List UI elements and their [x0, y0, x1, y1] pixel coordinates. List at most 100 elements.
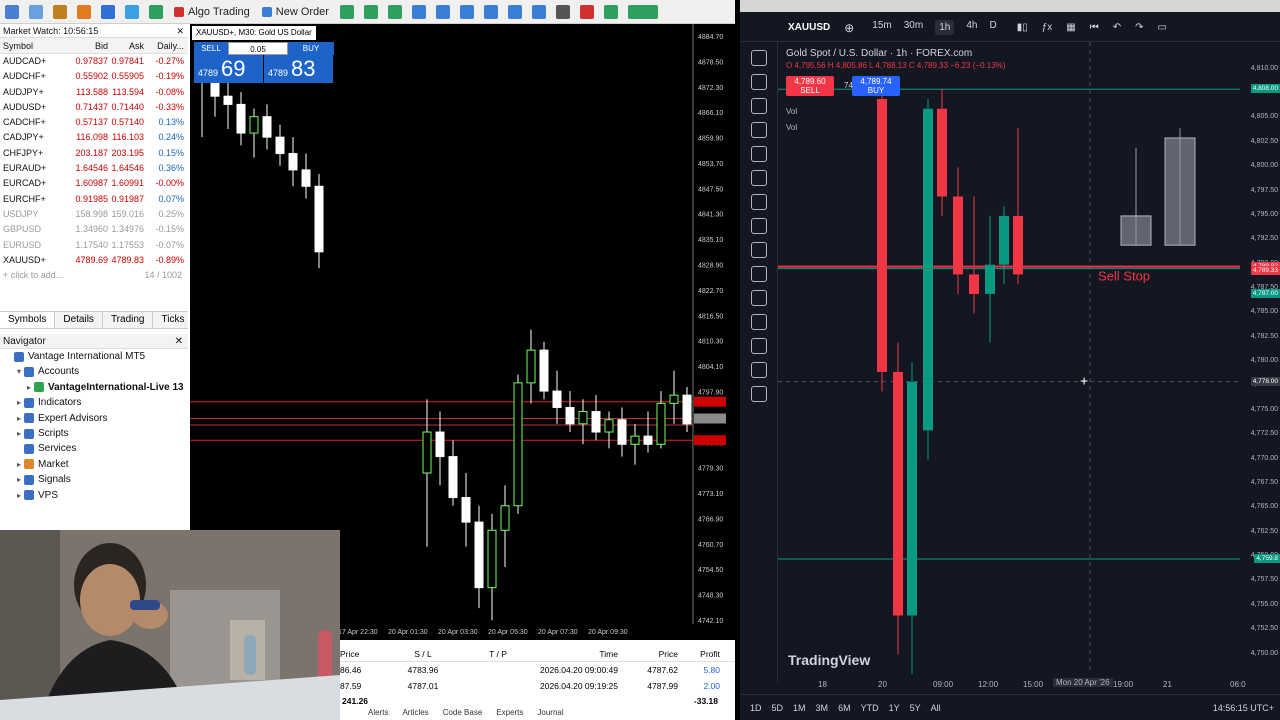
close-icon[interactable]: ✕ [176, 24, 184, 38]
market-watch-row[interactable]: AUDCAD+ 0.97837 0.97841 -0.27% [0, 54, 188, 69]
row-symbol[interactable]: EURCAD+ [0, 176, 58, 191]
signals-icon[interactable] [149, 4, 163, 19]
chart-type-icon[interactable] [5, 4, 19, 19]
market-watch-row[interactable]: USDJPY 158.998 159.016 0.25% [0, 207, 188, 222]
market-watch-row[interactable]: AUDCHF+ 0.55902 0.55905 -0.19% [0, 69, 188, 84]
volume-label[interactable]: Vol [786, 104, 797, 120]
col-symbol[interactable]: Symbol [0, 38, 58, 53]
tab-trading[interactable]: Trading [103, 312, 154, 328]
navigator-item[interactable]: ▸ VPS [0, 488, 188, 503]
text-icon[interactable] [751, 194, 767, 210]
col-tp[interactable]: T / P [468, 646, 528, 661]
expand-caret-icon[interactable]: ▸ [14, 411, 24, 426]
navigator-item[interactable]: ▸ Market [0, 457, 188, 472]
col-daily-change[interactable]: Daily... [146, 38, 188, 53]
row-symbol[interactable]: AUDUSD+ [0, 100, 58, 115]
expand-caret-icon[interactable]: ▸ [14, 488, 24, 503]
bar-chart-icon[interactable] [363, 4, 378, 19]
indicators-icon[interactable]: ƒx [1042, 22, 1053, 33]
volume-label[interactable]: Vol [786, 120, 797, 136]
sell-pill[interactable]: 4,789.60 SELL [786, 76, 834, 96]
grid-icon[interactable] [459, 4, 474, 19]
zoom-in-icon[interactable] [751, 266, 767, 282]
trade-row[interactable]: 86.46 4783.96 2026.04.20 09:00:49 4787.62 5.… [338, 662, 735, 678]
range-5d[interactable]: 5D [772, 703, 784, 713]
search-icon[interactable] [555, 4, 570, 19]
row-symbol[interactable]: CADJPY+ [0, 130, 58, 145]
row-symbol[interactable]: AUDJPY+ [0, 85, 58, 100]
emoji-icon[interactable] [751, 218, 767, 234]
market-watch-add-row[interactable]: + click to add... 14 / 1002 [0, 268, 188, 283]
ide-icon[interactable] [101, 4, 115, 19]
range-1y[interactable]: 1Y [889, 703, 900, 713]
timeframe-4h[interactable]: 4h [966, 20, 977, 35]
expand-caret-icon[interactable]: ▸ [14, 472, 24, 487]
range-3m[interactable]: 3M [816, 703, 829, 713]
trash-icon[interactable] [751, 386, 767, 402]
row-symbol[interactable]: AUDCHF+ [0, 69, 58, 84]
navigator-item[interactable]: Services [0, 441, 188, 456]
alerts-icon[interactable] [579, 4, 594, 19]
toolbox-tab[interactable]: Articles [402, 708, 428, 718]
navigator-item[interactable]: ▾ Accounts [0, 364, 188, 379]
click-to-add[interactable]: + click to add... [3, 268, 63, 283]
expand-caret-icon[interactable]: ▸ [14, 457, 24, 472]
expand-caret-icon[interactable]: ▾ [14, 364, 24, 379]
undo-icon[interactable]: ↶ [1113, 22, 1121, 33]
row-symbol[interactable]: CHFJPY+ [0, 146, 58, 161]
autoscroll-icon[interactable] [483, 4, 498, 19]
browser-address-bar[interactable] [740, 0, 1280, 12]
crosshair-icon[interactable] [751, 50, 767, 66]
toolbox-tab[interactable]: Experts [496, 708, 523, 718]
timeframe-D[interactable]: D [989, 20, 996, 35]
col-bid[interactable]: Bid [58, 38, 110, 53]
row-symbol[interactable]: EURAUD+ [0, 161, 58, 176]
range-1m[interactable]: 1M [793, 703, 806, 713]
range-1d[interactable]: 1D [750, 703, 762, 713]
toolbox-tab[interactable]: Journal [537, 708, 563, 718]
add-symbol-icon[interactable]: ⊕ [844, 21, 854, 35]
tv-chart-canvas[interactable]: + Sell Stop [778, 42, 1240, 674]
line-chart-icon[interactable] [387, 4, 402, 19]
close-icon[interactable]: ✕ [175, 334, 183, 349]
buy-pill[interactable]: 4,789.74 BUY [852, 76, 900, 96]
row-symbol[interactable]: CADCHF+ [0, 115, 58, 130]
pattern-icon[interactable] [751, 122, 767, 138]
zoom-out-icon[interactable] [435, 4, 450, 19]
buy-label[interactable]: BUY [288, 42, 334, 55]
brush-icon[interactable] [751, 170, 767, 186]
price-axis[interactable]: 4,810.00 4,805.00 4,802.50 4,800.00 4,797.50… [1240, 42, 1280, 674]
market-watch-row[interactable]: EURCAD+ 1.60987 1.60991 -0.00% [0, 176, 188, 191]
market-watch-row[interactable]: XAUUSD+ 4789.69 4789.83 -0.89% [0, 253, 188, 268]
sell-stop-label[interactable]: Sell Stop [1098, 269, 1150, 284]
tab-symbols[interactable]: Symbols [0, 312, 56, 328]
row-symbol[interactable]: USDJPY [0, 207, 58, 222]
range-5y[interactable]: 5Y [910, 703, 921, 713]
timeframe-15m[interactable]: 15m [872, 20, 891, 35]
row-symbol[interactable]: GBPUSD [0, 222, 58, 237]
layout-icon[interactable]: ▦ [1066, 22, 1075, 33]
market-watch-row[interactable]: GBPUSD 1.34960 1.34976 -0.15% [0, 222, 188, 237]
fib-icon[interactable] [751, 98, 767, 114]
visibility-icon[interactable] [751, 362, 767, 378]
buy-button[interactable]: 4789 83 [264, 55, 334, 83]
tv-chart[interactable]: + Sell Stop Gold Spot / U.S. Dollar · 1h … [778, 42, 1240, 674]
market-watch-row[interactable]: AUDUSD+ 0.71437 0.71440 -0.33% [0, 100, 188, 115]
chart-shift-icon[interactable] [507, 4, 522, 19]
trade-row[interactable]: 87.59 4787.01 2026.04.20 09:19:25 4787.99 2.… [338, 678, 735, 694]
market-watch-row[interactable]: CADJPY+ 116.098 116.103 0.24% [0, 130, 188, 145]
range-ytd[interactable]: YTD [861, 703, 879, 713]
row-symbol[interactable]: XAUUSD+ [0, 253, 58, 268]
tab-details[interactable]: Details [55, 312, 103, 328]
magnet-icon[interactable] [751, 290, 767, 306]
tab-ticks[interactable]: Ticks [153, 312, 194, 328]
range-6m[interactable]: 6M [838, 703, 851, 713]
navigator-item[interactable]: ▸ Signals [0, 472, 188, 487]
redo-icon[interactable]: ↷ [1135, 22, 1143, 33]
lock-icon[interactable] [751, 338, 767, 354]
market-watch-row[interactable]: EURAUD+ 1.64546 1.64546 0.36% [0, 161, 188, 176]
draw-mode-icon[interactable] [751, 314, 767, 330]
time-axis[interactable]: 18 20 09:00 12:00 15:00 Mon 20 Apr '26 19:00 21… [778, 674, 1246, 694]
market-icon[interactable] [125, 4, 139, 19]
navigator-item[interactable]: ▸ Scripts [0, 426, 188, 441]
